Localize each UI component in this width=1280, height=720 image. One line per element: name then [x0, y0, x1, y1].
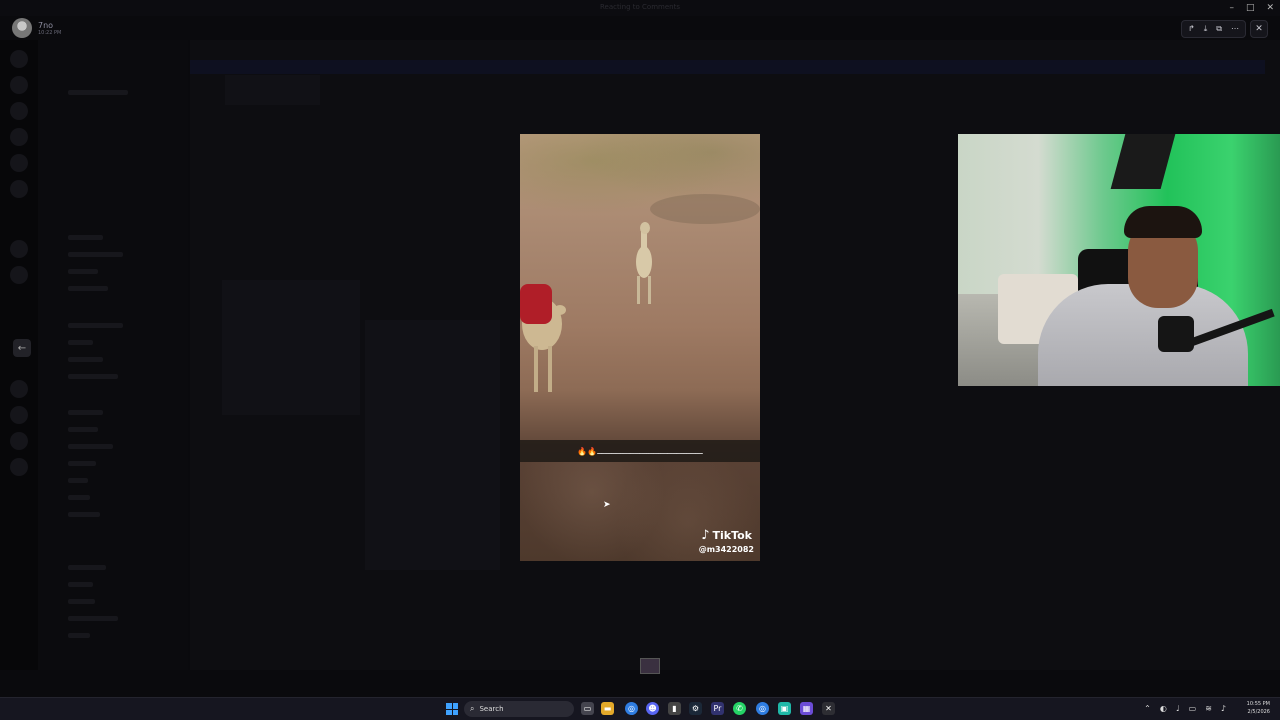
channel-item: [68, 357, 103, 362]
app-titlebar: Reacting to Comments: [0, 0, 1280, 16]
message-embed: [365, 320, 500, 570]
channel-item: [68, 461, 96, 466]
user-name: 7no: [38, 20, 54, 30]
open-external-icon[interactable]: ⧉: [1216, 25, 1222, 33]
avatar[interactable]: [12, 18, 32, 38]
channel-item: [68, 252, 123, 257]
server-icon: [10, 76, 28, 94]
mic-icon[interactable]: ♩: [1176, 704, 1180, 713]
premiere-icon[interactable]: Pr: [711, 702, 724, 715]
server-icon: [10, 128, 28, 146]
taskbar-search[interactable]: ⌕ Search: [464, 701, 574, 717]
search-icon: ⌕: [470, 704, 475, 713]
subtitle-band: 🔥🔥ــــــــــــــــــــــــــــــــــــــ…: [520, 440, 760, 462]
channel-item: [68, 512, 100, 517]
channel-item: [68, 478, 88, 483]
server-icon: [10, 432, 28, 450]
server-icon: [10, 406, 28, 424]
taskbar: ⌕ Search ▭ ▬ ◎ ☻ ▮ ⚙ Pr ✆ ◎ ▣ ▦ ✕ ⌃ ◐ ♩ …: [0, 697, 1280, 720]
channel-item: [68, 582, 93, 587]
mouse-cursor-icon: ➤: [603, 500, 611, 510]
chevron-up-icon[interactable]: ⌃: [1144, 704, 1151, 713]
steam-icon[interactable]: ⚙: [689, 702, 702, 715]
windows-start-icon[interactable]: [446, 703, 458, 715]
channel-item: [68, 427, 98, 432]
media-viewer-toolbar: ↱ ⤓ ⧉ ⋯ ✕: [1181, 20, 1268, 38]
channel-item: [68, 633, 90, 638]
app-grid-icon[interactable]: ▦: [800, 702, 813, 715]
user-badge: 7no 10:22 PM: [12, 18, 61, 38]
channel-item: [68, 286, 108, 291]
system-tray: ⌃ ◐ ♩ ▭ ≋ ♪: [1144, 704, 1226, 713]
channel-item: [68, 340, 93, 345]
streamer-hair: [1124, 206, 1202, 238]
webcam-overlay: [958, 134, 1280, 386]
app-title: Reacting to Comments: [600, 3, 680, 11]
clock[interactable]: 10:55 PM 2/5/2026: [1247, 700, 1270, 716]
battery-icon[interactable]: ▭: [1189, 704, 1197, 713]
channel-item: [68, 269, 98, 274]
tiktok-name: TikTok: [712, 529, 752, 542]
channel-item: [68, 565, 106, 570]
softbox-light: [1110, 134, 1176, 189]
share-icon[interactable]: ↱: [1188, 25, 1195, 33]
app-icon[interactable]: ✕: [822, 702, 835, 715]
media-thumbnail[interactable]: [640, 658, 660, 674]
channel-item: [68, 444, 113, 449]
channel-item: [68, 599, 95, 604]
window-close-button[interactable]: ✕: [1266, 3, 1274, 13]
clock-date: 2/5/2026: [1247, 709, 1270, 715]
channel-item: [68, 374, 118, 379]
server-icon: [10, 266, 28, 284]
maximize-button[interactable]: □: [1246, 3, 1255, 13]
network-icon[interactable]: ◐: [1160, 704, 1167, 713]
video-caption: 🔥🔥ــــــــــــــــــــــــــــــــــــــ…: [577, 446, 703, 456]
volume-icon[interactable]: ♪: [1221, 704, 1226, 713]
tiktok-video[interactable]: 🔥🔥ــــــــــــــــــــــــــــــــــــــ…: [520, 134, 760, 561]
channel-item: [68, 495, 90, 500]
message-embed: [222, 280, 360, 415]
tiktok-watermark: ♪ TikTok: [701, 528, 752, 543]
tiktok-handle: @m3422082: [698, 545, 754, 554]
tiktok-icon: ♪: [701, 528, 710, 543]
chat-banner: [190, 60, 1265, 74]
task-view-icon[interactable]: ▭: [581, 702, 594, 715]
camel-standing: [636, 222, 652, 304]
clock-time: 10:55 PM: [1246, 701, 1270, 707]
close-icon[interactable]: ✕: [1250, 20, 1268, 38]
message-image: [225, 75, 320, 105]
arrow-left-icon[interactable]: ←: [13, 339, 31, 357]
media-actions: ↱ ⤓ ⧉ ⋯: [1181, 20, 1246, 38]
channel-item: [68, 616, 118, 621]
chrome-icon[interactable]: ◎: [625, 702, 638, 715]
user-timestamp: 10:22 PM: [38, 29, 62, 36]
chrome-alt-icon[interactable]: ◎: [756, 702, 769, 715]
channel-item: [68, 235, 103, 240]
wifi-icon[interactable]: ≋: [1205, 704, 1212, 713]
channel-item: [68, 323, 123, 328]
microphone: [1158, 316, 1194, 352]
camel-with-saddle: [520, 284, 566, 392]
whatsapp-icon[interactable]: ✆: [733, 702, 746, 715]
more-icon[interactable]: ⋯: [1231, 25, 1239, 33]
server-icon: [10, 102, 28, 120]
server-icon: [10, 180, 28, 198]
channel-item: [68, 410, 103, 415]
channel-list: [38, 40, 188, 670]
file-explorer-icon[interactable]: ▬: [601, 702, 614, 715]
app-icon[interactable]: ▮: [668, 702, 681, 715]
window-controls: – □ ✕: [1229, 3, 1274, 13]
discord-icon[interactable]: ☻: [646, 702, 659, 715]
server-icon: [10, 240, 28, 258]
channel-item: [68, 90, 128, 95]
server-icon: [10, 154, 28, 172]
rocks: [650, 194, 760, 224]
server-icon: [10, 458, 28, 476]
search-label: Search: [479, 705, 504, 713]
server-icon: [10, 50, 28, 68]
app-icon[interactable]: ▣: [778, 702, 791, 715]
download-icon[interactable]: ⤓: [1204, 25, 1208, 33]
server-icon: [10, 380, 28, 398]
minimize-button[interactable]: –: [1229, 3, 1234, 13]
